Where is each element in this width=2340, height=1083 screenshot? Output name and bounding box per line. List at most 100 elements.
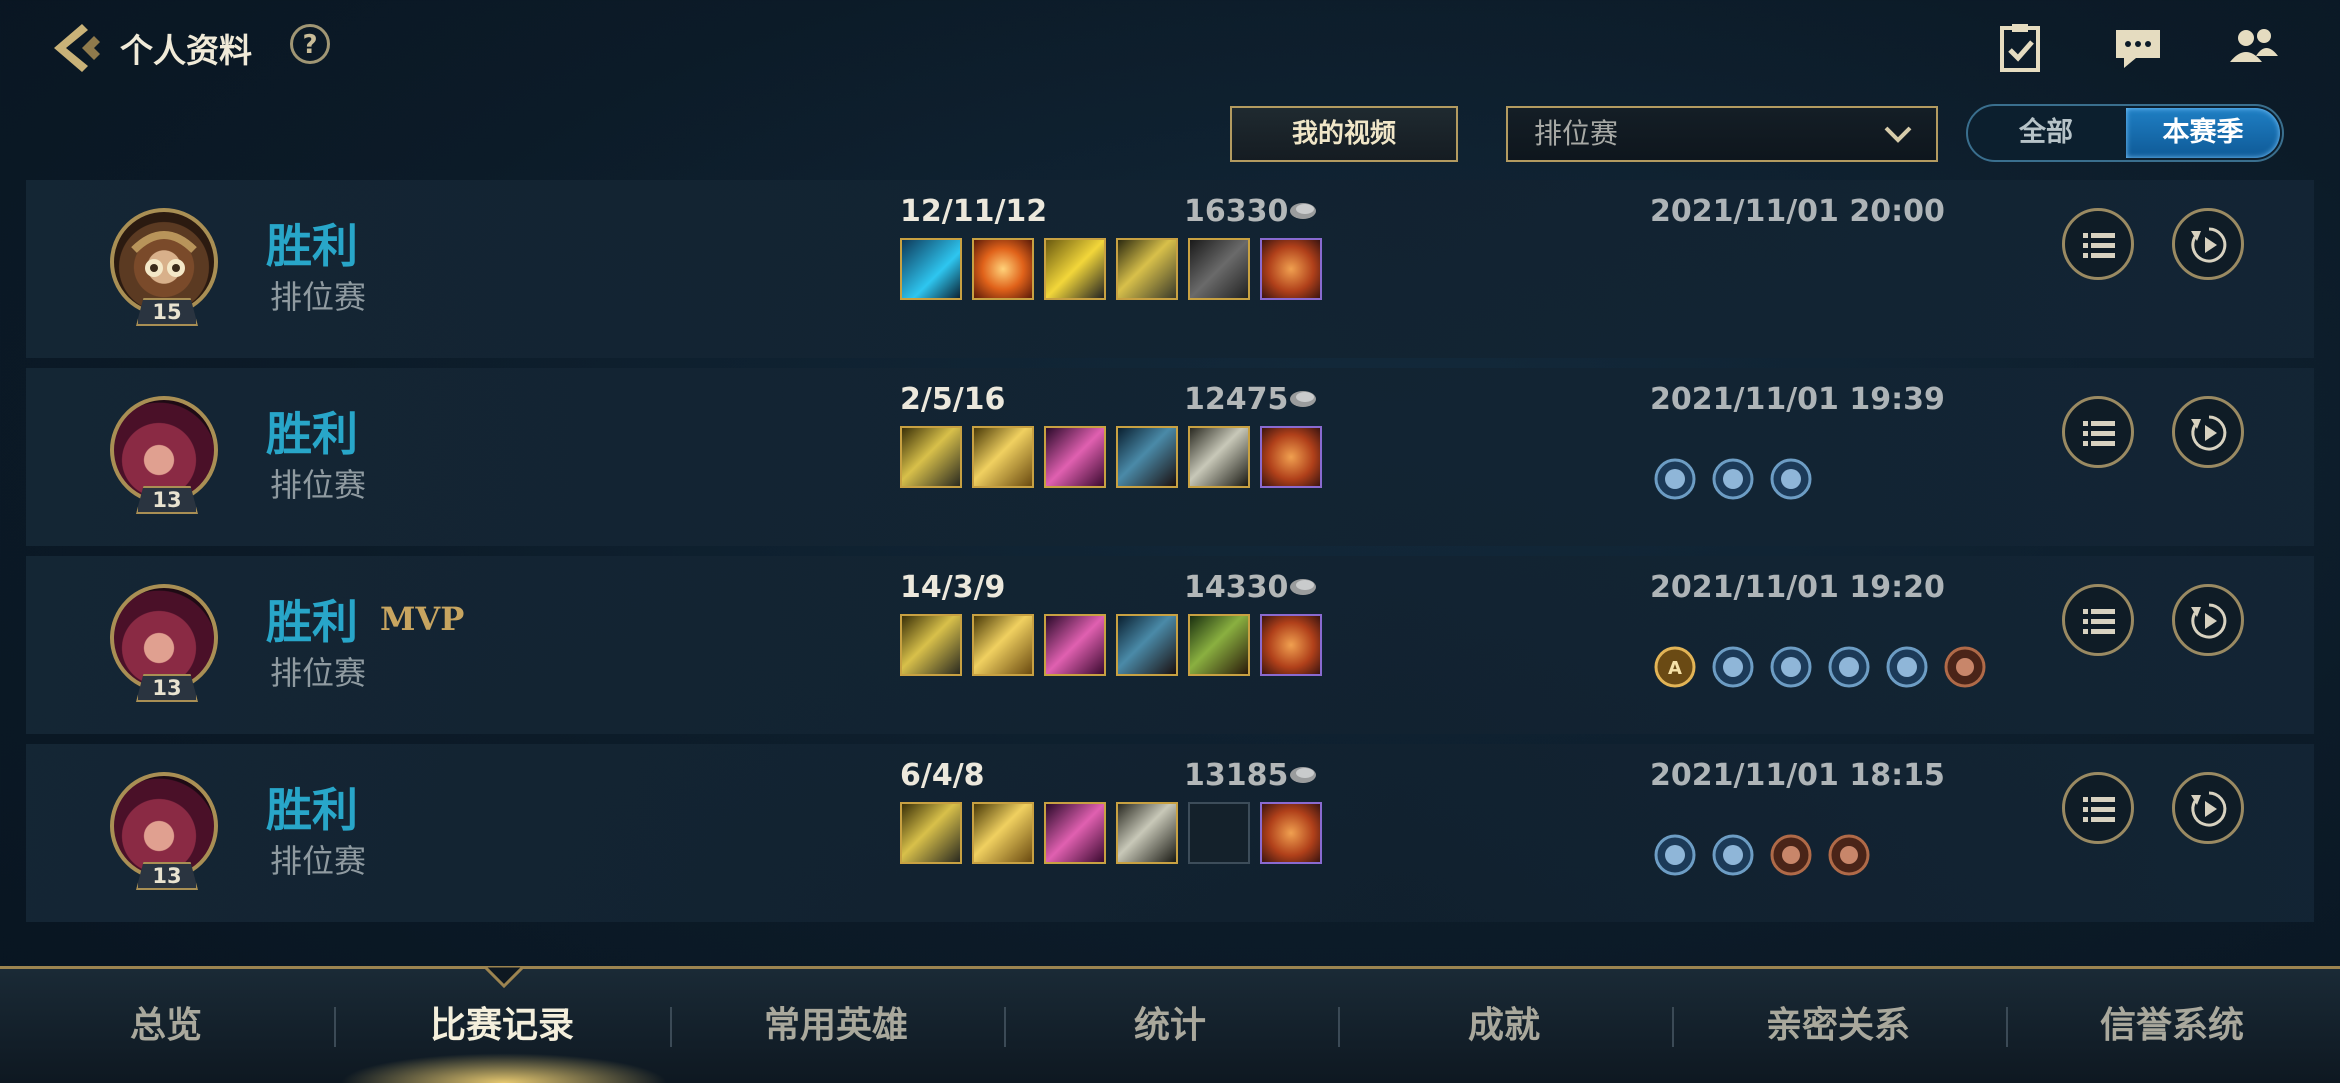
gold-coin-icon xyxy=(1290,767,1316,783)
item-slot-3[interactable] xyxy=(1044,238,1106,300)
bottom-nav: 总览 比赛记录 常用英雄 统计 成就 亲密关系 信誉系统 xyxy=(0,966,2340,1083)
item-slot-3[interactable] xyxy=(1044,802,1106,864)
item-slot-4[interactable] xyxy=(1116,614,1178,676)
item-slot-2[interactable] xyxy=(972,238,1034,300)
tab-statistics[interactable]: 统计 xyxy=(1004,969,1336,1083)
match-result: 胜利 xyxy=(266,595,358,649)
toggle-this-season[interactable]: 本赛季 xyxy=(2126,108,2280,158)
match-detail-button[interactable] xyxy=(2062,584,2134,656)
replay-button[interactable] xyxy=(2172,396,2244,468)
match-result: 胜利 xyxy=(266,407,358,461)
list-icon xyxy=(2083,609,2115,634)
level-badge: 13 xyxy=(136,674,198,702)
mode-select[interactable]: 排位赛 xyxy=(1506,106,1938,162)
gold-coin-icon xyxy=(1290,203,1316,219)
item-slot-2[interactable] xyxy=(972,614,1034,676)
level-badge: 15 xyxy=(136,298,198,326)
match-result: 胜利 xyxy=(266,219,358,273)
gold-coin-icon xyxy=(1290,391,1316,407)
achievement-badge-icon xyxy=(1770,646,1812,688)
help-icon[interactable]: ? xyxy=(290,24,330,64)
tab-match-history[interactable]: 比赛记录 xyxy=(336,969,668,1083)
achievement-badge-icon xyxy=(1654,458,1696,500)
svg-text:A: A xyxy=(1668,658,1682,679)
achievement-badge-icon xyxy=(1886,646,1928,688)
trinket-slot[interactable] xyxy=(1260,614,1322,676)
mode-select-value: 排位赛 xyxy=(1534,117,1619,150)
kda: 12/11/12 xyxy=(900,194,1048,229)
task-checklist-icon xyxy=(2000,24,2040,72)
replay-button[interactable] xyxy=(2172,208,2244,280)
item-slot-3[interactable] xyxy=(1044,614,1106,676)
match-mode: 排位赛 xyxy=(270,466,367,504)
tab-overview[interactable]: 总览 xyxy=(0,969,332,1083)
item-slot-3[interactable] xyxy=(1044,426,1106,488)
replay-icon xyxy=(2191,791,2227,827)
kda: 14/3/9 xyxy=(900,570,1006,605)
trinket-slot[interactable] xyxy=(1260,802,1322,864)
mvp-label: MVP xyxy=(380,600,465,638)
item-slot-1[interactable] xyxy=(900,802,962,864)
tab-honor-system[interactable]: 信誉系统 xyxy=(2006,969,2338,1083)
chat-button[interactable] xyxy=(2110,24,2166,72)
chevron-down-icon xyxy=(1884,126,1912,143)
back-button[interactable] xyxy=(48,18,108,78)
toggle-all[interactable]: 全部 xyxy=(1968,106,2124,160)
task-button[interactable] xyxy=(1992,24,2048,72)
match-mode: 排位赛 xyxy=(270,842,367,880)
match-detail-button[interactable] xyxy=(2062,772,2134,844)
match-row[interactable]: 13 胜利 MVP 排位赛 14/3/9 14330 2021/11/01 19… xyxy=(26,556,2314,734)
item-slot-4[interactable] xyxy=(1116,238,1178,300)
match-mode: 排位赛 xyxy=(270,654,367,692)
replay-icon xyxy=(2191,227,2227,263)
achievement-badge-icon xyxy=(1654,834,1696,876)
item-slot-2[interactable] xyxy=(972,426,1034,488)
bronze-achievement-badge-icon xyxy=(1828,834,1870,876)
bronze-achievement-badge-icon xyxy=(1770,834,1812,876)
match-detail-button[interactable] xyxy=(2062,396,2134,468)
item-slot-1[interactable] xyxy=(900,426,962,488)
friends-button[interactable] xyxy=(2226,24,2282,72)
gold-amount: 16330 xyxy=(1184,194,1289,229)
match-mode: 排位赛 xyxy=(270,278,367,316)
gold-achievement-badge-icon: A xyxy=(1654,646,1696,688)
friends-icon xyxy=(2230,29,2278,62)
item-slot-5[interactable] xyxy=(1188,614,1250,676)
trinket-slot[interactable] xyxy=(1260,426,1322,488)
item-slot-4[interactable] xyxy=(1116,802,1178,864)
tab-relationships[interactable]: 亲密关系 xyxy=(1672,969,2004,1083)
tab-favorite-champions[interactable]: 常用英雄 xyxy=(670,969,1002,1083)
my-videos-button[interactable]: 我的视频 xyxy=(1230,106,1458,162)
trinket-slot[interactable] xyxy=(1260,238,1322,300)
level-badge: 13 xyxy=(136,862,198,890)
match-time: 2021/11/01 18:15 xyxy=(1650,758,1945,793)
season-toggle[interactable]: 全部 本赛季 xyxy=(1966,104,2284,162)
match-detail-button[interactable] xyxy=(2062,208,2134,280)
achievement-badge-icon xyxy=(1712,646,1754,688)
replay-button[interactable] xyxy=(2172,772,2244,844)
match-row[interactable]: 13 胜利 排位赛 2/5/16 12475 2021/11/01 19:39 xyxy=(26,368,2314,546)
kda: 6/4/8 xyxy=(900,758,985,793)
item-slot-1[interactable] xyxy=(900,238,962,300)
match-result: 胜利 xyxy=(266,783,358,837)
gold-coin-icon xyxy=(1290,579,1316,595)
gold-amount: 14330 xyxy=(1184,570,1289,605)
match-row[interactable]: 15 胜利 排位赛 12/11/12 16330 2021/11/01 20:0… xyxy=(26,180,2314,358)
item-slot-2[interactable] xyxy=(972,802,1034,864)
item-slot-4[interactable] xyxy=(1116,426,1178,488)
empty-item-slot[interactable] xyxy=(1188,802,1250,864)
item-slot-1[interactable] xyxy=(900,614,962,676)
page-title: 个人资料 xyxy=(120,31,252,70)
match-time: 2021/11/01 19:20 xyxy=(1650,570,1945,605)
replay-icon xyxy=(2191,603,2227,639)
back-chevron-icon xyxy=(54,24,100,72)
tab-achievements[interactable]: 成就 xyxy=(1338,969,1670,1083)
achievement-badge-icon xyxy=(1770,458,1812,500)
bronze-achievement-badge-icon xyxy=(1944,646,1986,688)
replay-icon xyxy=(2191,415,2227,451)
item-slot-5[interactable] xyxy=(1188,238,1250,300)
replay-button[interactable] xyxy=(2172,584,2244,656)
item-slot-5[interactable] xyxy=(1188,426,1250,488)
match-row[interactable]: 13 胜利 排位赛 6/4/8 13185 2021/11/01 18:15 xyxy=(26,744,2314,922)
achievement-badge-icon xyxy=(1712,458,1754,500)
